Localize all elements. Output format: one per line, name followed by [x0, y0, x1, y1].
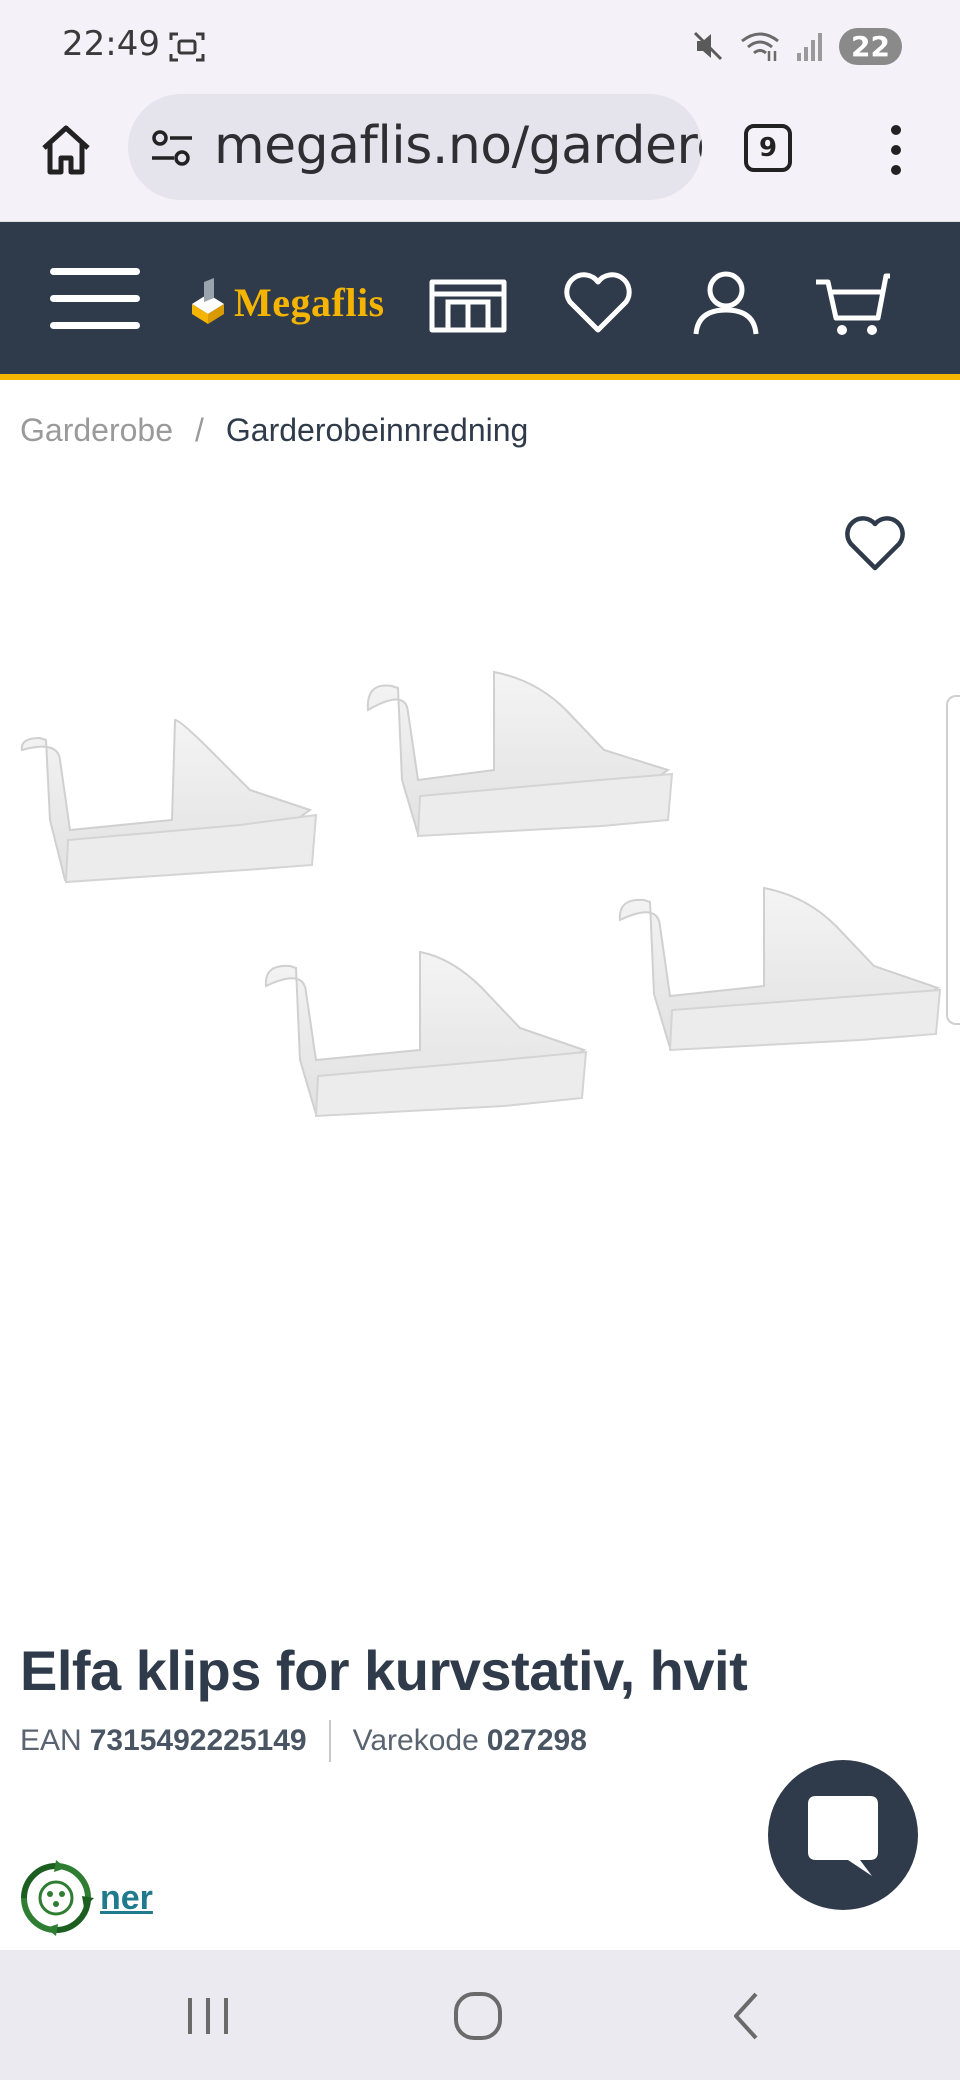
- more-vert-icon[interactable]: [884, 122, 908, 178]
- browser-toolbar: megaflis.no/garderobe/garderobeinnrednin…: [0, 92, 960, 222]
- clip-piece: [618, 886, 942, 1052]
- tab-switcher-button[interactable]: 9: [744, 124, 792, 172]
- home-circle-icon[interactable]: [448, 1986, 508, 2046]
- user-icon[interactable]: [686, 268, 766, 338]
- breadcrumb-current[interactable]: Garderobeinnredning: [226, 412, 528, 449]
- wifi-icon: [741, 32, 779, 61]
- clip-piece: [366, 670, 674, 838]
- clip-piece: [20, 718, 318, 884]
- battery-level: 22: [839, 27, 902, 65]
- cart-icon[interactable]: [814, 268, 894, 338]
- showroom-icon[interactable]: [428, 268, 508, 338]
- meta-divider: [328, 1720, 331, 1762]
- status-time: 22:49: [62, 24, 160, 64]
- mute-icon: [693, 31, 723, 61]
- eco-info-row: ner: [18, 1858, 153, 1938]
- sku-value: 027298: [486, 1724, 587, 1757]
- clip-piece: [264, 950, 588, 1118]
- system-nav-bar: [0, 1950, 960, 2080]
- home-icon[interactable]: [36, 120, 96, 180]
- screenshot-icon: [169, 32, 205, 62]
- recycle-icon: [21, 1860, 94, 1936]
- status-bar: 22:49 22: [0, 0, 960, 92]
- logo-text: Megaflis: [234, 279, 385, 325]
- product-meta: EAN 7315492225149 Varekode 027298: [20, 1720, 587, 1762]
- hamburger-menu-icon[interactable]: [50, 266, 140, 332]
- address-bar[interactable]: megaflis.no/garderobe/garderobeinnrednin…: [128, 94, 702, 200]
- ean-label: EAN: [20, 1724, 82, 1757]
- status-icons: 22: [691, 26, 902, 66]
- product-title: Elfa klips for kurvstativ, hvit: [20, 1639, 748, 1702]
- heart-icon[interactable]: [558, 268, 638, 338]
- site-settings-icon[interactable]: [150, 128, 194, 168]
- chat-button[interactable]: [768, 1760, 918, 1910]
- megaflis-logo[interactable]: Megaflis: [188, 274, 385, 330]
- url-text[interactable]: megaflis.no/garderobe/garderobeinnrednin…: [214, 116, 702, 176]
- breadcrumb: Garderobe / Garderobeinnredning: [20, 412, 528, 449]
- eco-info-link[interactable]: ner: [100, 1879, 153, 1918]
- chat-bubble-icon: [808, 1796, 878, 1876]
- back-icon[interactable]: [718, 1986, 778, 2046]
- logo-mark-icon: [192, 278, 224, 324]
- product-image[interactable]: [0, 620, 960, 1380]
- sku-label: Varekode: [352, 1724, 479, 1757]
- breadcrumb-link-garderobe[interactable]: Garderobe: [20, 412, 173, 449]
- add-to-favorites-heart-icon[interactable]: [842, 510, 908, 576]
- recent-apps-icon[interactable]: [178, 1986, 238, 2046]
- signal-icon: [797, 33, 823, 61]
- image-carousel-next-edge[interactable]: [946, 695, 960, 1025]
- site-header: Megaflis: [0, 222, 960, 380]
- ean-value: 7315492225149: [89, 1724, 307, 1757]
- breadcrumb-separator: /: [194, 412, 204, 448]
